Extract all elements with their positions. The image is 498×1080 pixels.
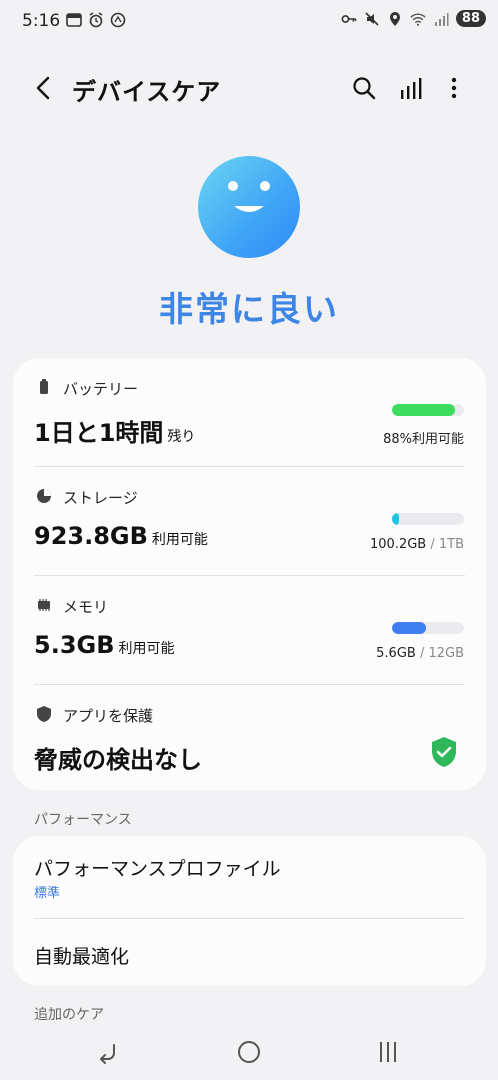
memory-bar [392,622,464,634]
location-icon [389,11,400,26]
stats-icon[interactable] [397,74,425,102]
battery-level-badge: 88 [455,10,486,27]
page-title: デバイスケア [72,78,222,106]
storage-value: 923.8GB [34,522,148,550]
calendar-icon [66,13,82,27]
memory-total: / 12GB [415,646,464,661]
vpn-key-icon [341,14,357,23]
battery-label: バッテリー [63,380,139,398]
auto-optimize-item[interactable]: 自動最適化 [13,919,486,986]
performance-profile-title: パフォーマンスプロファイル [34,858,281,880]
auto-optimize-icon [110,12,126,28]
status-bar: 5:16 88 [0,0,498,44]
storage-label: ストレージ [63,489,138,507]
memory-value: 5.3GB [34,631,115,659]
storage-row[interactable]: ストレージ 923.8GB 利用可能 100.2GB / 1TB [13,467,486,575]
performance-profile-value: 標準 [34,886,61,901]
memory-label: メモリ [63,598,109,616]
performance-card: パフォーマンスプロファイル 標準 自動最適化 [13,836,486,986]
memory-chip-icon [38,599,50,611]
memory-used: 5.6GB [376,646,416,661]
auto-optimize-label: 自動最適化 [34,946,130,968]
status-time: 5:16 [22,11,61,31]
recents-nav-icon[interactable] [373,1037,403,1067]
app-protection-label: アプリを保護 [63,707,154,725]
wifi-icon [410,13,426,26]
memory-bar-fill [392,622,426,634]
back-nav-icon[interactable] [94,1037,124,1067]
navigation-bar [0,1025,498,1080]
search-icon[interactable] [350,74,378,102]
storage-total: / 1TB [426,537,464,552]
memory-value-suffix: 利用可能 [118,641,175,657]
home-nav-icon[interactable] [234,1037,264,1067]
storage-bar [392,513,464,525]
alarm-icon [89,12,103,28]
storage-value-suffix: 利用可能 [151,532,208,548]
battery-icon [40,379,48,394]
device-status-label: 非常に良い [159,290,339,330]
shield-icon [37,706,51,722]
back-arrow-icon[interactable] [30,74,58,102]
shield-check-icon [432,737,456,767]
storage-used: 100.2GB [370,537,427,552]
mute-icon [365,11,379,26]
additional-care-section-title: 追加のケア [34,1007,104,1023]
battery-bar-fill [392,404,456,416]
device-care-card: バッテリー 1日と1時間 残り 88%利用可能 ストレージ 923.8GB 利用可能… [13,358,486,790]
performance-section-title: パフォーマンス [34,812,132,828]
battery-detail: 88%利用可能 [383,432,464,447]
signal-icon [434,12,449,26]
battery-row[interactable]: バッテリー 1日と1時間 残り 88%利用可能 [13,358,486,466]
battery-value: 1日と1時間 [34,419,164,447]
smiley-face-icon [198,156,300,258]
more-options-icon[interactable] [440,74,468,102]
storage-pie-icon [37,489,51,503]
storage-bar-fill [392,513,400,525]
performance-profile-item[interactable]: パフォーマンスプロファイル 標準 [13,836,486,918]
app-header: デバイスケア [0,60,498,116]
memory-row[interactable]: メモリ 5.3GB 利用可能 5.6GB / 12GB [13,576,486,684]
battery-value-suffix: 残り [167,429,196,445]
app-protection-row[interactable]: アプリを保護 脅威の検出なし [13,685,486,790]
app-protection-value: 脅威の検出なし [34,746,202,774]
battery-bar [392,404,464,416]
